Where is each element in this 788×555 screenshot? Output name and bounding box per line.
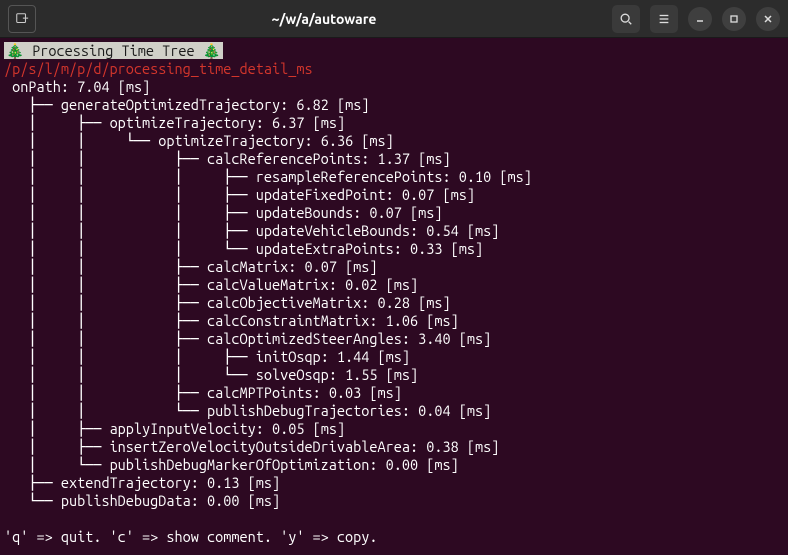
new-tab-button[interactable]: [8, 5, 36, 33]
tree-row: │ │ ├── calcMatrix: 0.07 [ms]: [4, 258, 378, 275]
tree-row: ├── extendTrajectory: 0.13 [ms]: [4, 474, 280, 491]
tree-emoji-icon: 🎄: [6, 42, 24, 59]
tree-row: │ │ ├── calcObjectiveMatrix: 0.28 [ms]: [4, 294, 451, 311]
tree-row: │ │ ├── calcReferencePoints: 1.37 [ms]: [4, 150, 451, 167]
tree-row: │ │ ├── calcValueMatrix: 0.02 [ms]: [4, 276, 418, 293]
titlebar-left: [8, 5, 36, 33]
tree-row: │ │ │ └── solveOsqp: 1.55 [ms]: [4, 366, 418, 383]
tree-row: │ │ │ ├── updateBounds: 0.07 [ms]: [4, 204, 443, 221]
tree-row: │ │ ├── calcOptimizedSteerAngles: 3.40 […: [4, 330, 491, 347]
tree-row: │ ├── optimizeTrajectory: 6.37 [ms]: [4, 114, 345, 131]
close-button[interactable]: [756, 7, 780, 31]
tree-row: │ │ │ ├── updateFixedPoint: 0.07 [ms]: [4, 186, 475, 203]
tree-row: │ │ │ ├── updateVehicleBounds: 0.54 [ms]: [4, 222, 499, 239]
maximize-button[interactable]: [722, 7, 746, 31]
footer-hint: 'q' => quit. 'c' => show comment. 'y' =>…: [4, 528, 378, 545]
tree-row: │ ├── applyInputVelocity: 0.05 [ms]: [4, 420, 345, 437]
window-title: ~/w/a/autoware: [36, 11, 612, 27]
tree-row: └── publishDebugData: 0.00 [ms]: [4, 492, 280, 509]
tree-row: │ ├── insertZeroVelocityOutsideDrivableA…: [4, 438, 499, 455]
titlebar: ~/w/a/autoware: [0, 0, 788, 38]
tree-row: │ │ │ └── updateExtraPoints: 0.33 [ms]: [4, 240, 483, 257]
tree-row: ├── generateOptimizedTrajectory: 6.82 [m…: [4, 96, 369, 113]
tree-row: │ │ │ ├── initOsqp: 1.44 [ms]: [4, 348, 410, 365]
terminal-content[interactable]: 🎄 Processing Time Tree 🎄 /p/s/l/m/p/d/pr…: [0, 38, 788, 555]
minimize-button[interactable]: [688, 7, 712, 31]
header-text: Processing Time Tree: [32, 42, 194, 59]
tree-row: │ │ └── optimizeTrajectory: 6.36 [ms]: [4, 132, 394, 149]
tree-row: onPath: 7.04 [ms]: [4, 78, 150, 95]
header-line: 🎄 Processing Time Tree 🎄: [4, 42, 223, 59]
tree-row: │ │ │ ├── resampleReferencePoints: 0.10 …: [4, 168, 532, 185]
menu-button[interactable]: [650, 5, 678, 33]
tree-row: │ │ ├── calcConstraintMatrix: 1.06 [ms]: [4, 312, 459, 329]
tree-row: │ │ ├── calcMPTPoints: 0.03 [ms]: [4, 384, 402, 401]
tree-emoji-icon: 🎄: [203, 42, 221, 59]
tree-row: │ │ └── publishDebugTrajectories: 0.04 […: [4, 402, 491, 419]
search-button[interactable]: [612, 5, 640, 33]
topic-path: /p/s/l/m/p/d/processing_time_detail_ms: [4, 60, 313, 77]
titlebar-right: [612, 5, 780, 33]
tree-row: │ └── publishDebugMarkerOfOptimization: …: [4, 456, 459, 473]
